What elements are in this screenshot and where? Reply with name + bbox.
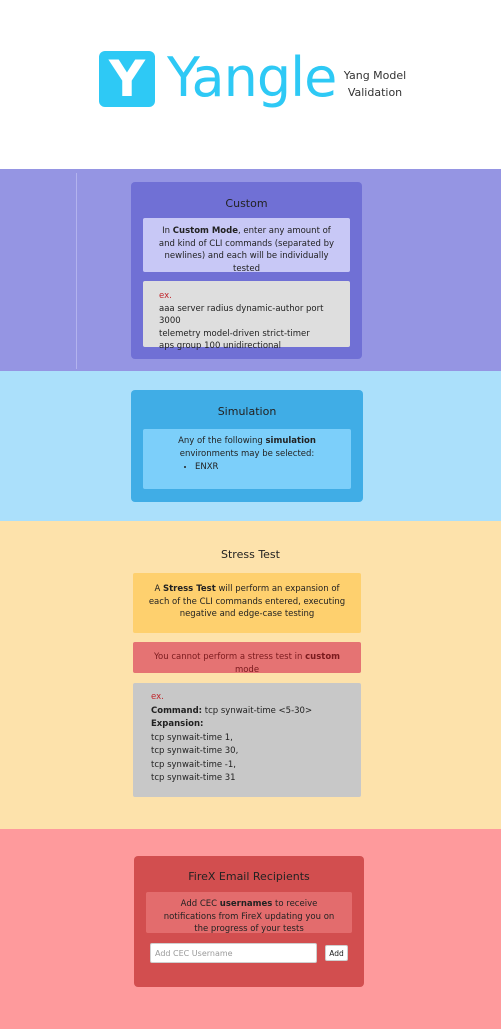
command-label: Command: <box>151 705 203 716</box>
example-line: aaa server radius dynamic-author port 30… <box>159 303 324 327</box>
custom-desc-text: In <box>162 226 173 236</box>
simulation-card: Simulation Any of the following simulati… <box>131 390 363 502</box>
simulation-desc-post: environments may be selected: <box>179 448 315 459</box>
custom-card: Custom In Custom Mode, enter any amount … <box>131 182 362 359</box>
example-line: aps group 100 unidirectional <box>159 341 282 351</box>
example-label: ex. <box>151 692 164 702</box>
warning-emphasis: custom <box>305 652 341 662</box>
environment-item: ENXR <box>195 461 339 474</box>
simulation-title: Simulation <box>217 405 277 418</box>
logo-letter: Y <box>108 50 146 108</box>
stress-test-example: ex. Command: tcp synwait-time <5-30> Exp… <box>133 683 361 797</box>
yangle-logo-icon: Y <box>99 51 155 107</box>
example-line: telemetry model-driven strict-timer <box>159 328 310 339</box>
page-header: Y Yangle Yang Model Validation <box>0 0 501 169</box>
environment-list: ENXR <box>195 461 339 474</box>
firex-section: FireX Email Recipients Add CEC usernames… <box>0 829 501 1029</box>
expansion-line: tcp synwait-time 30, <box>151 746 239 756</box>
custom-description: In Custom Mode, enter any amount of and … <box>143 218 350 274</box>
warning-pre: You cannot perform a stress test in <box>153 652 306 662</box>
custom-example: ex. aaa server radius dynamic-author por… <box>143 281 350 351</box>
tagline: Yang Model Validation <box>340 67 410 101</box>
firex-desc-pre: Add CEC <box>180 899 220 909</box>
expansion-line: tcp synwait-time 1, <box>151 732 233 743</box>
expansion-line: tcp synwait-time 31 <box>151 773 236 783</box>
cec-username-input[interactable] <box>150 943 317 963</box>
simulation-desc-pre: Any of the following <box>178 436 266 446</box>
example-label: ex. <box>159 291 172 301</box>
logo-wordmark: Yangle <box>167 46 337 109</box>
simulation-description: Any of the following simulation environm… <box>143 429 351 489</box>
custom-section: Custom In Custom Mode, enter any amount … <box>0 169 501 371</box>
add-recipient-button[interactable]: Add <box>325 945 348 961</box>
custom-title: Custom <box>225 197 268 210</box>
expansion-label-text: Expansion: <box>151 719 204 729</box>
firex-card: FireX Email Recipients Add CEC usernames… <box>134 856 364 987</box>
custom-mode-emphasis: Custom Mode <box>172 226 238 236</box>
simulation-desc-text: Any of the following simulation environm… <box>155 435 339 460</box>
stress-test-description: A Stress Test will perform an expansion … <box>133 573 361 633</box>
stress-test-section: Stress Test A Stress Test will perform a… <box>0 521 501 829</box>
tagline-line-1: Yang Model <box>343 69 407 82</box>
firex-title: FireX Email Recipients <box>188 870 310 883</box>
stress-test-warning: You cannot perform a stress test in cust… <box>133 642 361 675</box>
stress-test-title: Stress Test <box>221 548 280 561</box>
firex-description: Add CEC usernames to receive notificatio… <box>146 892 352 934</box>
simulation-emphasis: simulation <box>265 436 316 446</box>
warning-post: mode <box>234 664 260 675</box>
expansion-label: Expansion: <box>151 718 343 732</box>
simulation-section: Simulation Any of the following simulati… <box>0 371 501 521</box>
stress-desc-pre: A <box>154 584 163 594</box>
divider <box>76 173 77 369</box>
command-value: tcp synwait-time <5-30> <box>202 705 313 716</box>
stress-test-emphasis: Stress Test <box>162 584 216 594</box>
tagline-line-2: Validation <box>347 86 403 99</box>
usernames-emphasis: usernames <box>219 899 273 909</box>
command-line: Command: tcp synwait-time <5-30> <box>151 705 343 719</box>
expansion-line: tcp synwait-time -1, <box>151 759 236 770</box>
